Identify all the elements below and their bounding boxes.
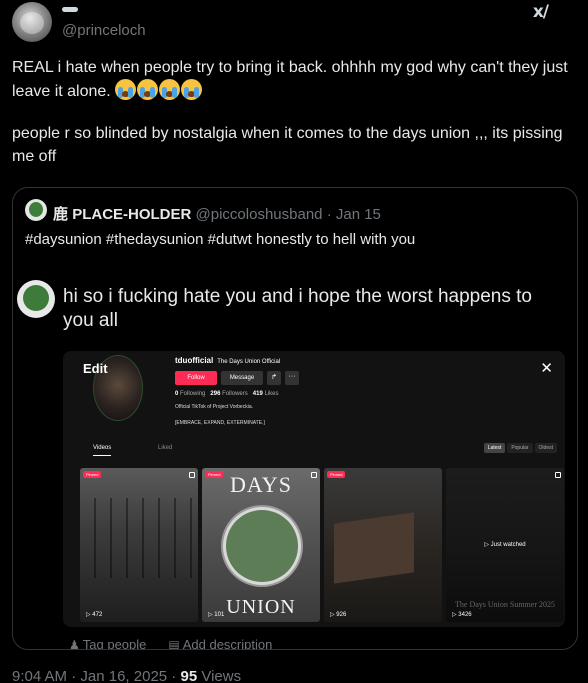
building-image — [334, 512, 414, 584]
person-icon: ♟ — [69, 638, 80, 650]
post-paragraph-1: REAL i hate when people try to bring it … — [12, 59, 568, 100]
pinned-badge: Pinned — [327, 471, 346, 478]
tiktok-bio-line-2: [EMBRACE, EXPAND, EXTERMINATE.] — [175, 420, 265, 426]
quoted-author-name[interactable]: PLACE-HOLDER — [72, 206, 191, 223]
tiktok-follow-button: Follow — [175, 371, 217, 385]
quoted-name-prefix: 鹿 — [53, 206, 69, 223]
author-handle[interactable]: @princeloch — [62, 22, 146, 39]
photo-icon — [189, 472, 195, 478]
media-footer: ♟ Tag people ▤ Add description — [69, 637, 272, 650]
share-icon: ↱ — [267, 371, 281, 385]
quoted-post-header: 鹿 PLACE-HOLDER @piccoloshusband · Jan 15 — [53, 203, 381, 224]
quoted-date[interactable]: Jan 15 — [336, 206, 381, 223]
author-avatar[interactable] — [12, 2, 52, 42]
loudly-crying-face-icon — [158, 79, 180, 100]
sort-latest: Latest — [483, 443, 506, 453]
post-timestamp[interactable]: 9:04 AM · Jan 16, 2025 · 95 Views — [12, 668, 241, 683]
sort-oldest: Oldest — [534, 443, 557, 453]
tag-people-link[interactable]: ♟ Tag people — [69, 637, 146, 650]
tiktok-tab-liked: Liked — [158, 445, 173, 451]
just-watched-label: ▷ Just watched — [484, 542, 526, 548]
quoted-post-text: #daysunion #thedaysunion #dutwt honestly… — [25, 231, 416, 248]
edit-label: Edit — [83, 361, 108, 376]
pinned-badge: Pinned — [83, 471, 102, 478]
video-thumbnail: ▷ Just watched The Days Union Summer 202… — [446, 468, 564, 622]
tiktok-stats: 0 Following 296 Followers 419 Likes — [175, 391, 279, 397]
loudly-crying-face-icon — [136, 79, 158, 100]
video-thumbnail: Pinned ▷ 926 — [324, 468, 442, 622]
tiktok-sort-options: Latest Popular Oldest — [483, 443, 557, 453]
close-icon: ✕ — [540, 359, 553, 377]
grok-icon[interactable]: x/ — [533, 2, 549, 22]
quoted-author-avatar[interactable] — [25, 199, 47, 221]
loudly-crying-face-icon — [114, 79, 136, 100]
description-icon: ▤ — [168, 638, 180, 650]
loudly-crying-face-icon — [180, 79, 202, 100]
add-description-link[interactable]: ▤ Add description — [168, 637, 272, 650]
emoji-group — [114, 79, 202, 100]
post-text: REAL i hate when people try to bring it … — [12, 56, 572, 168]
video-views: ▷ 472 — [86, 612, 103, 618]
tiktok-message-button: Message — [221, 371, 263, 385]
tiktok-profile-screenshot[interactable]: Edit ✕ tduofficial The Days Union Officia… — [63, 351, 565, 627]
days-union-seal — [226, 510, 298, 582]
photo-icon — [555, 472, 561, 478]
photo-icon — [311, 472, 317, 478]
video-thumbnail: Pinned ▷ 472 — [80, 468, 198, 622]
post-paragraph-2: people r so blinded by nostalgia when it… — [12, 125, 563, 165]
video-thumbnail: DAYS UNION Pinned ▷ 101 — [202, 468, 320, 622]
author-name-badge[interactable] — [62, 7, 78, 12]
video-views: ▷ 101 — [208, 612, 225, 618]
inner-screenshot-text: hi so i fucking hate you and i hope the … — [63, 286, 532, 331]
more-icon: ··· — [285, 371, 299, 385]
tiktok-username: tduofficial The Days Union Official — [175, 356, 281, 365]
inner-avatar — [17, 280, 55, 318]
pinned-badge: Pinned — [205, 471, 224, 478]
quoted-separator: · — [326, 206, 332, 223]
tiktok-bio-line-1: Official TikTok of Project Vorbeckia. — [175, 404, 253, 410]
video-views: ▷ 3426 — [452, 612, 472, 618]
tiktok-tab-videos: Videos — [93, 445, 112, 456]
video-views: ▷ 926 — [330, 612, 347, 618]
sort-popular: Popular — [507, 443, 533, 453]
video-caption: The Days Union Summer 2025 — [455, 600, 555, 609]
quoted-post[interactable]: 鹿 PLACE-HOLDER @piccoloshusband · Jan 15… — [12, 187, 578, 650]
quoted-author-handle[interactable]: @piccoloshusband — [196, 206, 323, 223]
